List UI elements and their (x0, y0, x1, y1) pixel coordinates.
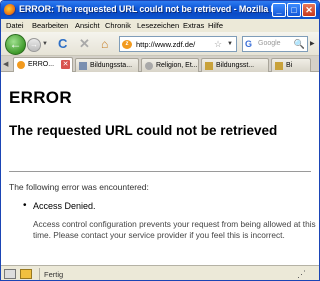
search-engine-selector[interactable]: G (242, 36, 256, 52)
menu-bearbeiten[interactable]: Bearbeiten (32, 21, 68, 30)
status-text: Fertig (44, 270, 64, 279)
minimize-button[interactable]: _ (272, 3, 286, 17)
search-icon[interactable]: 🔍 (294, 39, 305, 50)
tab-favicon-icon (275, 62, 283, 70)
close-button[interactable]: ✕ (302, 3, 316, 17)
reload-button[interactable]: C (58, 37, 70, 51)
bullet-icon: • (23, 200, 27, 211)
home-button[interactable]: ⌂ (101, 37, 115, 51)
tab-bildungsstandards-2[interactable]: Bildungsst... (201, 58, 269, 72)
back-button[interactable]: ← (5, 34, 26, 55)
page-content: ERROR The requested URL could not be ret… (1, 72, 319, 265)
google-icon: G (245, 39, 253, 49)
error-intro: The following error was encountered: (9, 182, 149, 192)
tab-error[interactable]: ERRO... ✕ (13, 57, 73, 72)
bookmark-star-icon[interactable]: ☆ (214, 39, 222, 50)
resize-grip-icon[interactable]: ⋰ (297, 269, 306, 280)
browser-window: ERROR: The requested URL could not be re… (0, 0, 320, 281)
search-input[interactable]: Google 🔍 (256, 36, 308, 52)
tab-bildungsstandards-3[interactable]: Bi (271, 58, 311, 72)
tab-bildungsstandards-1[interactable]: Bildungssta... (75, 58, 139, 72)
menu-ansicht[interactable]: Ansicht (75, 21, 100, 30)
menu-hilfe[interactable]: Hilfe (208, 21, 223, 30)
toolbar-overflow-icon[interactable]: ▶ (310, 40, 315, 47)
menu-datei[interactable]: Datei (6, 21, 24, 30)
window-title: ERROR: The requested URL could not be re… (19, 4, 300, 14)
status-separator (39, 268, 40, 280)
stop-button[interactable]: ✕ (79, 37, 91, 51)
error-item: Access Denied. (33, 201, 96, 211)
history-dropdown-icon[interactable]: ▼ (42, 41, 48, 47)
tab-close-icon[interactable]: ✕ (61, 60, 70, 69)
tab-religion[interactable]: Religion, Et... (141, 58, 199, 72)
tab-bar: ◀ ERRO... ✕ Bildungssta... Religion, Et.… (1, 56, 319, 72)
forward-button[interactable]: → (27, 38, 41, 52)
tab-label: ERRO... (28, 61, 55, 68)
tab-label: Religion, Et... (156, 62, 198, 69)
tab-favicon-icon (79, 62, 87, 70)
tab-label: Bildungssta... (90, 62, 133, 69)
maximize-button[interactable]: □ (287, 3, 301, 17)
menu-chronik[interactable]: Chronik (105, 21, 131, 30)
search-placeholder: Google (258, 40, 281, 47)
firefox-icon (4, 4, 16, 16)
url-dropdown-icon[interactable]: ▼ (227, 41, 233, 47)
navigation-toolbar: ← → ▼ C ✕ ⌂ z http://www.zdf.de/ ☆ ▼ G G… (1, 32, 319, 56)
tab-favicon-icon (145, 62, 153, 70)
tab-label: Bildungsst... (216, 62, 255, 69)
title-bar: ERROR: The requested URL could not be re… (1, 1, 319, 19)
error-subheading: The requested URL could not be retrieved (9, 123, 278, 138)
site-favicon-icon: z (122, 40, 132, 49)
tab-scroll-left-icon[interactable]: ◀ (3, 60, 8, 68)
status-bar: Fertig ⋰ (1, 265, 319, 280)
menu-bar: Datei Bearbeiten Ansicht Chronik Lesezei… (1, 19, 319, 32)
menu-lesezeichen[interactable]: Lesezeichen (137, 21, 179, 30)
error-explanation: Access control configuration prevents yo… (33, 219, 316, 240)
menu-extras[interactable]: Extras (183, 21, 204, 30)
addon-icon[interactable] (20, 269, 32, 279)
divider (9, 171, 311, 172)
tab-label: Bi (286, 62, 293, 69)
tab-favicon-icon (205, 62, 213, 70)
screen-icon (4, 269, 16, 279)
url-bar[interactable]: z http://www.zdf.de/ ☆ ▼ (119, 36, 237, 52)
url-text[interactable]: http://www.zdf.de/ (136, 40, 195, 49)
error-heading: ERROR (9, 88, 72, 107)
tab-favicon-icon (17, 61, 25, 69)
